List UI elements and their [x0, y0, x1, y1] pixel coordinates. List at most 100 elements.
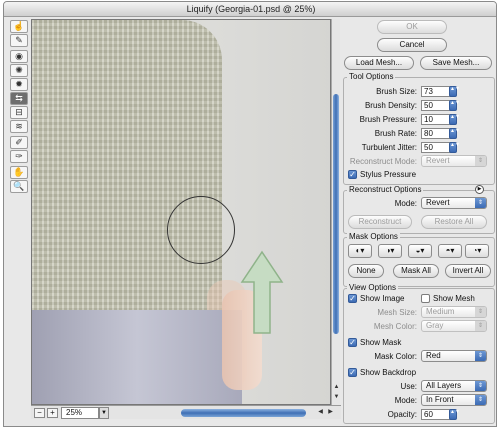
mask-color-value: Red	[426, 351, 441, 360]
opacity-label: Opacity:	[387, 410, 417, 419]
backdrop-mode-value: In Front	[426, 395, 454, 404]
mask-options-title: Mask Options	[347, 232, 400, 241]
invert-selection-icon[interactable]: ◔▾	[465, 244, 489, 258]
twirl-clockwise-icon[interactable]: ◉	[10, 50, 28, 63]
restore-all-button[interactable]: Restore All	[421, 215, 487, 229]
show-mesh-checkbox[interactable]	[421, 294, 430, 303]
mask-all-button[interactable]: Mask All	[393, 264, 439, 278]
stylus-pressure-label: Stylus Pressure	[360, 170, 417, 179]
reconstruct-mode-dropdown[interactable]: Revert ⇕	[421, 197, 487, 209]
reconstruct-mode-value: Revert	[426, 156, 450, 165]
reconstruct-options-title: Reconstruct Options	[347, 185, 424, 194]
horizontal-scroll-thumb[interactable]	[181, 409, 306, 417]
add-to-selection-icon[interactable]: ◑▾	[378, 244, 402, 258]
chevron-down-icon: ⇕	[475, 307, 486, 317]
chevron-down-icon: ⇕	[475, 351, 486, 361]
zoom-field[interactable]: 25%	[61, 407, 99, 419]
vertical-scroll-thumb[interactable]	[333, 94, 339, 334]
brush-cursor	[167, 196, 235, 264]
save-mesh-button[interactable]: Save Mesh...	[420, 56, 492, 70]
window-title: Liquify (Georgia-01.psd @ 25%)	[4, 2, 496, 17]
opacity-field[interactable]: 60	[421, 409, 451, 420]
mesh-size-value: Medium	[426, 307, 455, 316]
zoom-bar: − + 25% ▼ ◀ ▶	[31, 405, 341, 419]
opacity-stepper[interactable]: ▲▼	[449, 409, 460, 420]
ok-button[interactable]: OK	[377, 20, 447, 34]
pucker-icon[interactable]: ✺	[10, 64, 28, 77]
preview-canvas[interactable]	[31, 19, 331, 405]
expand-arrow-icon[interactable]: ▶	[475, 185, 484, 194]
use-label: Use:	[400, 382, 417, 391]
bloat-icon[interactable]: ✹	[10, 78, 28, 91]
brush-pressure-stepper[interactable]: ▲▼	[449, 114, 460, 125]
liquify-dialog: Liquify (Georgia-01.psd @ 25%) ☝ ✎ ◉ ✺ ✹…	[3, 1, 497, 427]
reconstruct-mode-select: Revert ⇕	[421, 155, 487, 167]
thaw-mask-icon[interactable]: ✑	[10, 150, 28, 163]
reconstruct-tool-icon[interactable]: ✎	[10, 34, 28, 47]
cancel-button[interactable]: Cancel	[377, 38, 447, 52]
turbulence-icon[interactable]: ≋	[10, 120, 28, 133]
brush-density-label: Brush Density:	[364, 101, 417, 110]
tool-options-title: Tool Options	[347, 72, 396, 81]
none-button[interactable]: None	[348, 264, 384, 278]
show-mask-label: Show Mask	[360, 338, 402, 347]
mesh-color-value: Gray	[426, 321, 444, 330]
backdrop-mode-label: Mode:	[394, 396, 417, 405]
turbulent-jitter-label: Turbulent Jitter:	[361, 143, 417, 152]
mirror-icon[interactable]: ⊟	[10, 106, 28, 119]
invert-all-button[interactable]: Invert All	[445, 264, 491, 278]
zoom-in-button[interactable]: +	[47, 408, 58, 418]
show-backdrop-checkbox[interactable]: ✓	[348, 368, 357, 377]
show-image-checkbox[interactable]: ✓	[348, 294, 357, 303]
sweater-region	[32, 20, 222, 320]
use-select[interactable]: All Layers ⇕	[421, 380, 487, 392]
brush-density-stepper[interactable]: ▲▼	[449, 100, 460, 111]
zoom-out-button[interactable]: −	[34, 408, 45, 418]
brush-rate-label: Brush Rate:	[374, 129, 417, 138]
chevron-down-icon: ⇕	[475, 156, 486, 166]
scroll-up-icon[interactable]: ▲	[332, 383, 341, 392]
chevron-down-icon: ⇕	[475, 381, 486, 391]
replace-selection-icon[interactable]: ◐▾	[348, 244, 372, 258]
chevron-down-icon: ⇕	[475, 321, 486, 331]
options-panel: OK Cancel Load Mesh... Save Mesh... Tool…	[341, 19, 496, 426]
mode-value: Revert	[426, 198, 450, 207]
chevron-down-icon: ⇕	[475, 198, 486, 208]
brush-density-field[interactable]: 50	[421, 100, 451, 111]
mask-mode-row: ◐▾ ◑▾ ◒▾ ◓▾ ◔▾	[348, 244, 494, 258]
reconstruct-mode-label: Reconstruct Mode:	[349, 157, 417, 166]
mask-color-label: Mask Color:	[374, 352, 417, 361]
subtract-from-selection-icon[interactable]: ◒▾	[408, 244, 432, 258]
scroll-right-icon[interactable]: ▶	[326, 408, 335, 417]
backdrop-mode-select[interactable]: In Front ⇕	[421, 394, 487, 406]
brush-rate-stepper[interactable]: ▲▼	[449, 128, 460, 139]
mesh-color-label: Mesh Color:	[373, 322, 417, 331]
view-options-title: View Options	[347, 283, 398, 292]
forward-warp-icon[interactable]: ☝	[10, 20, 28, 33]
stylus-pressure-checkbox[interactable]: ✓	[348, 170, 357, 179]
scroll-down-icon[interactable]: ▼	[332, 393, 341, 402]
brush-pressure-field[interactable]: 10	[421, 114, 451, 125]
direction-arrow	[240, 250, 284, 334]
turbulent-jitter-stepper[interactable]: ▲▼	[449, 142, 460, 153]
chevron-down-icon[interactable]: ▼	[99, 407, 109, 419]
load-mesh-button[interactable]: Load Mesh...	[344, 56, 414, 70]
mask-color-select[interactable]: Red ⇕	[421, 350, 487, 362]
mesh-size-label: Mesh Size:	[377, 308, 417, 317]
show-mesh-label: Show Mesh	[433, 294, 475, 303]
zoom-icon[interactable]: 🔍	[10, 180, 28, 193]
reconstruct-button[interactable]: Reconstruct	[348, 215, 412, 229]
show-mask-checkbox[interactable]: ✓	[348, 338, 357, 347]
brush-size-field[interactable]: 73	[421, 86, 451, 97]
vertical-scrollbar[interactable]: ▲ ▼	[331, 19, 340, 405]
push-left-icon[interactable]: ⇆	[10, 92, 28, 105]
brush-size-stepper[interactable]: ▲▼	[449, 86, 460, 97]
intersect-selection-icon[interactable]: ◓▾	[438, 244, 462, 258]
brush-size-label: Brush Size:	[376, 87, 417, 96]
brush-rate-field[interactable]: 80	[421, 128, 451, 139]
scroll-left-icon[interactable]: ◀	[316, 408, 325, 417]
turbulent-jitter-field[interactable]: 50	[421, 142, 451, 153]
show-image-label: Show Image	[360, 294, 405, 303]
freeze-mask-icon[interactable]: ✐	[10, 136, 28, 149]
hand-icon[interactable]: ✋	[10, 166, 28, 179]
